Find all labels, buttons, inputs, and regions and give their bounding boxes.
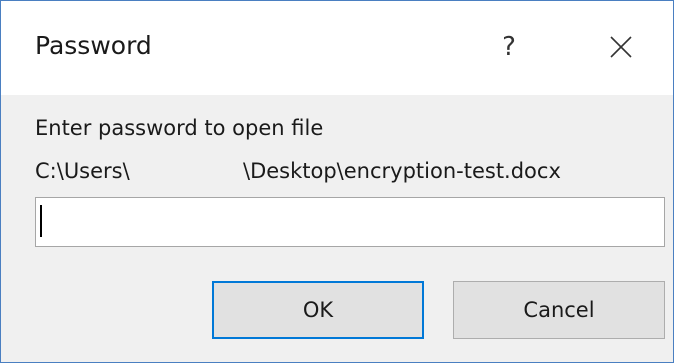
password-input[interactable] xyxy=(35,197,665,247)
help-button[interactable]: ? xyxy=(479,19,539,75)
file-path-start: C:\Users\ xyxy=(35,159,130,183)
text-caret xyxy=(40,205,42,237)
password-dialog: Password ? Enter password to open file C… xyxy=(0,0,674,363)
title-bar: Password ? xyxy=(1,1,673,95)
prompt-label: Enter password to open file xyxy=(35,116,324,140)
dialog-title: Password xyxy=(35,31,152,60)
cancel-button[interactable]: Cancel xyxy=(453,281,665,339)
close-icon xyxy=(610,36,632,58)
file-path-end: \Desktop\encryption-test.docx xyxy=(243,159,561,183)
ok-button[interactable]: OK xyxy=(212,281,424,339)
close-button[interactable] xyxy=(591,19,651,75)
